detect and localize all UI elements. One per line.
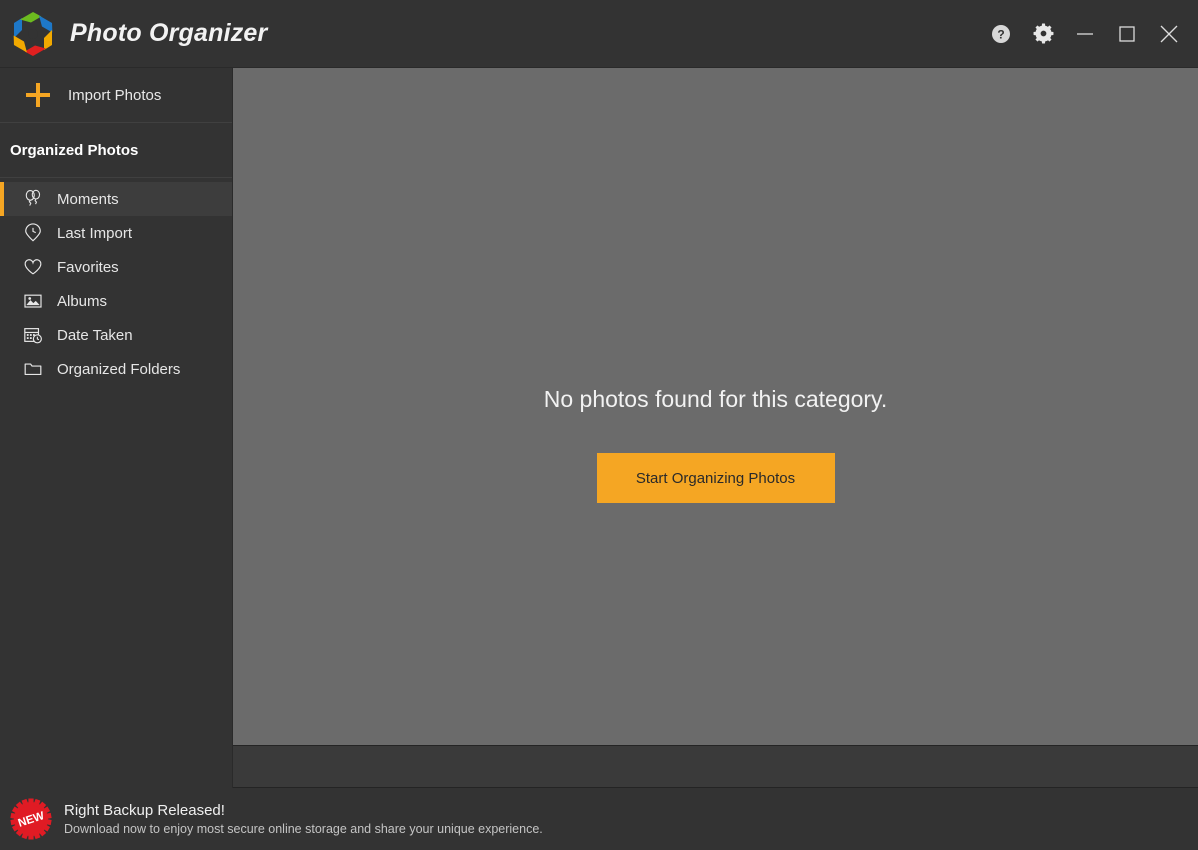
- sidebar-item-label: Organized Folders: [57, 360, 181, 378]
- title-bar: Photo Organizer ?: [0, 0, 1198, 68]
- maximize-button[interactable]: [1106, 11, 1148, 57]
- sidebar-item-albums[interactable]: Albums: [0, 284, 232, 318]
- sidebar-item-label: Last Import: [57, 224, 133, 242]
- sidebar-item-date-taken[interactable]: Date Taken: [0, 318, 232, 352]
- minimize-button[interactable]: [1064, 11, 1106, 57]
- import-photos-label: Import Photos: [68, 86, 162, 104]
- close-button[interactable]: [1148, 11, 1190, 57]
- sidebar-item-moments[interactable]: Moments: [0, 182, 232, 216]
- sidebar-item-label: Date Taken: [57, 326, 133, 344]
- maximize-icon: [1119, 25, 1135, 42]
- folder-icon: [22, 358, 44, 380]
- plus-icon: [26, 83, 50, 107]
- window-controls: ?: [980, 0, 1198, 68]
- sidebar-item-organized-folders[interactable]: Organized Folders: [0, 352, 232, 386]
- image-icon: [22, 290, 44, 312]
- svg-text:?: ?: [997, 27, 1004, 41]
- minimize-icon: [1077, 32, 1093, 35]
- sidebar-item-label: Albums: [57, 292, 108, 310]
- calendar-clock-icon: [22, 324, 44, 346]
- status-bar: [233, 746, 1198, 788]
- banner-subtitle: Download now to enjoy most secure online…: [64, 822, 543, 836]
- main-column: No photos found for this category. Start…: [233, 68, 1198, 788]
- clock-pin-icon: [22, 222, 44, 244]
- empty-state-message: No photos found for this category.: [543, 386, 888, 412]
- new-badge: NEW: [8, 796, 54, 842]
- app-window: Photo Organizer ? Import Photos Organize…: [0, 0, 1198, 850]
- import-photos-button[interactable]: Import Photos: [0, 68, 232, 123]
- organized-photos-heading: Organized Photos: [0, 123, 232, 178]
- balloons-icon: [22, 188, 44, 210]
- sidebar: Import Photos Organized Photos Moments L…: [0, 68, 233, 788]
- sidebar-item-favorites[interactable]: Favorites: [0, 250, 232, 284]
- close-icon: [1160, 25, 1178, 42]
- sidebar-nav-list: Moments Last Import Favorites Albums Dat…: [0, 178, 232, 386]
- sidebar-item-label: Moments: [57, 190, 119, 208]
- heart-icon: [22, 256, 44, 278]
- settings-button[interactable]: [1022, 11, 1064, 57]
- banner-text-block: Right Backup Released! Download now to e…: [64, 802, 543, 836]
- banner-title: Right Backup Released!: [64, 802, 225, 819]
- promo-banner[interactable]: NEW Right Backup Released! Download now …: [0, 788, 1198, 850]
- app-logo-icon: [10, 11, 56, 57]
- content-area: No photos found for this category. Start…: [233, 68, 1198, 746]
- sidebar-item-label: Favorites: [57, 258, 119, 276]
- help-circle-icon: ?: [992, 24, 1010, 43]
- start-organizing-photos-button[interactable]: Start Organizing Photos: [596, 453, 835, 503]
- help-button[interactable]: ?: [980, 11, 1022, 57]
- body-row: Import Photos Organized Photos Moments L…: [0, 68, 1198, 788]
- app-title: Photo Organizer: [70, 19, 268, 47]
- gear-icon: [1033, 23, 1053, 44]
- sidebar-item-last-import[interactable]: Last Import: [0, 216, 232, 250]
